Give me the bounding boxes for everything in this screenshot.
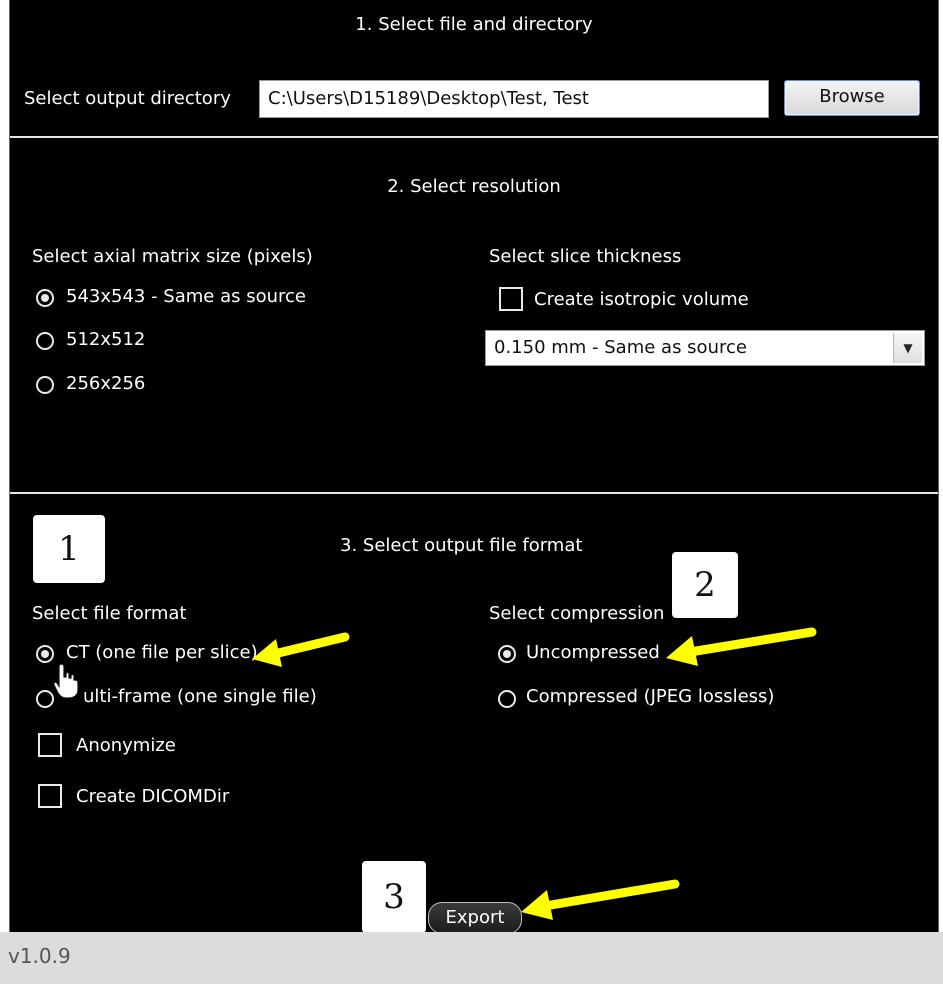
hand-cursor-icon bbox=[53, 663, 79, 699]
section3-title: 3. Select output file format bbox=[340, 535, 583, 556]
arrow-icon bbox=[521, 879, 680, 920]
matrix-256-radio[interactable] bbox=[36, 376, 54, 394]
isotropic-checkbox[interactable] bbox=[499, 287, 523, 311]
arrow-icon bbox=[666, 627, 817, 666]
export-panel: 1. Select file and directory Select outp… bbox=[10, 0, 938, 934]
anonymize-label[interactable]: Anonymize bbox=[76, 735, 176, 756]
radio-selected-dot bbox=[41, 650, 49, 658]
radio-selected-dot bbox=[503, 650, 511, 658]
isotropic-label[interactable]: Create isotropic volume bbox=[534, 289, 749, 310]
status-bar bbox=[0, 932, 943, 984]
browse-button[interactable]: Browse bbox=[784, 80, 920, 116]
matrix-512-radio[interactable] bbox=[36, 332, 54, 350]
callout-1: 1 bbox=[33, 515, 105, 583]
format-multiframe-label[interactable]: ulti-frame (one single file) bbox=[83, 686, 317, 707]
matrix-size-label: Select axial matrix size (pixels) bbox=[32, 246, 313, 267]
divider-1 bbox=[10, 136, 938, 138]
compression-uncompressed-radio[interactable] bbox=[498, 645, 516, 663]
arrow-icon bbox=[252, 632, 350, 667]
file-format-label: Select file format bbox=[32, 603, 187, 624]
section1-title: 1. Select file and directory bbox=[355, 14, 593, 35]
divider-2 bbox=[10, 492, 938, 494]
section2-title: 2. Select resolution bbox=[387, 176, 561, 197]
compression-uncompressed-label[interactable]: Uncompressed bbox=[526, 642, 660, 663]
format-ct-label[interactable]: CT (one file per slice) bbox=[66, 642, 258, 663]
slice-thickness-select[interactable]: 0.150 mm - Same as source ▼ bbox=[485, 330, 925, 366]
format-ct-radio[interactable] bbox=[36, 645, 54, 663]
slice-thickness-value: 0.150 mm - Same as source bbox=[494, 337, 747, 358]
export-button[interactable]: Export bbox=[428, 902, 522, 934]
slice-thickness-label: Select slice thickness bbox=[489, 246, 682, 267]
callout-3: 3 bbox=[362, 861, 426, 933]
matrix-543-radio[interactable] bbox=[36, 289, 54, 307]
compression-label: Select compression bbox=[489, 603, 665, 624]
output-directory-label: Select output directory bbox=[24, 88, 231, 109]
radio-selected-dot bbox=[41, 294, 49, 302]
compression-jpeg-radio[interactable] bbox=[498, 690, 516, 708]
callout-2: 2 bbox=[672, 552, 738, 618]
dicomdir-checkbox[interactable] bbox=[38, 784, 62, 808]
matrix-256-label[interactable]: 256x256 bbox=[66, 373, 145, 394]
version-label: v1.0.9 bbox=[8, 944, 71, 968]
dropdown-arrow-icon[interactable]: ▼ bbox=[893, 333, 922, 363]
matrix-512-label[interactable]: 512x512 bbox=[66, 329, 145, 350]
matrix-543-label[interactable]: 543x543 - Same as source bbox=[66, 286, 306, 307]
output-directory-input[interactable]: C:\Users\D15189\Desktop\Test, Test bbox=[259, 80, 769, 118]
compression-jpeg-label[interactable]: Compressed (JPEG lossless) bbox=[526, 686, 774, 707]
anonymize-checkbox[interactable] bbox=[38, 733, 62, 757]
dicomdir-label[interactable]: Create DICOMDir bbox=[76, 786, 229, 807]
